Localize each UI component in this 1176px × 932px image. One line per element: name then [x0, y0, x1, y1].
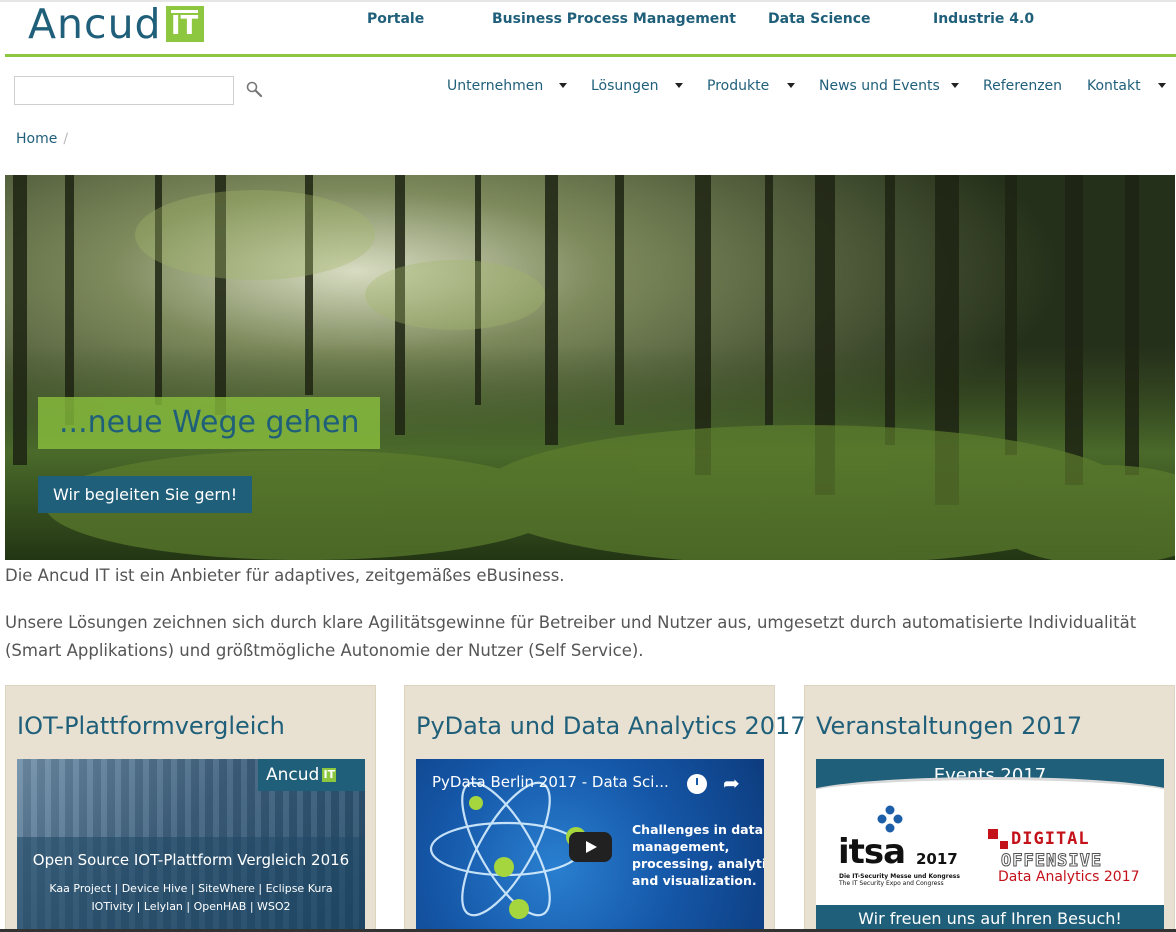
top-nav-bpm[interactable]: Business Process Management [492, 11, 736, 27]
image-line-1: Kaa Project | Device Hive | SiteWhere | … [49, 882, 333, 895]
events-image[interactable]: Events 2017 itsa 2017 Die IT-Security Me… [816, 759, 1164, 932]
nav-item-produkte[interactable]: Produkte [707, 78, 769, 94]
nav-item-unternehmen[interactable]: Unternehmen [447, 78, 543, 94]
itsa-subtitle-de: Die IT-Security Messe und Kongress [839, 873, 960, 880]
digital-offensive-logo-bottom: OFFENSIVE [1000, 851, 1103, 872]
itsa-subtitle-en: The IT Security Expo and Congress [839, 880, 944, 887]
card-title[interactable]: IOT-Plattformvergleich [17, 712, 285, 740]
search-input[interactable] [14, 76, 234, 105]
top-nav-industrie[interactable]: Industrie 4.0 [933, 11, 1034, 27]
iot-comparison-image[interactable]: Ancud IT Open Source IOT-Plattform Vergle… [17, 759, 365, 932]
top-nav-portale[interactable]: Portale [367, 11, 424, 27]
digital-logo-square [1000, 841, 1008, 849]
nav-item-referenzen[interactable]: Referenzen [983, 78, 1062, 94]
breadcrumb-home[interactable]: Home [16, 131, 57, 147]
youtube-video-embed[interactable]: PyData Berlin 2017 - Data Sci... ➦ Chall… [416, 759, 764, 932]
card-events: Veranstaltungen 2017 Events 2017 itsa 20… [804, 685, 1175, 932]
breadcrumb-separator: / [63, 131, 69, 147]
video-overlay-text: Challenges in data management, processin… [632, 822, 764, 888]
image-line-2: IOTivity | Lelylan | OpenHAB | WSO2 [91, 900, 291, 913]
chevron-down-icon[interactable] [1158, 83, 1166, 88]
card-title[interactable]: Veranstaltungen 2017 [816, 712, 1082, 740]
itsa-year: 2017 [916, 850, 958, 868]
chevron-down-icon[interactable] [951, 83, 959, 88]
search-icon[interactable] [245, 80, 265, 100]
video-title[interactable]: PyData Berlin 2017 - Data Sci... [432, 773, 669, 791]
chevron-down-icon[interactable] [559, 83, 567, 88]
digital-logo-square [988, 829, 998, 839]
card-pydata: PyData und Data Analytics 2017 PyData Be… [404, 685, 806, 932]
ancud-logo[interactable]: Ancud IT [28, 0, 204, 48]
nav-item-kontakt[interactable]: Kontakt [1087, 78, 1141, 94]
chevron-down-icon[interactable] [787, 83, 795, 88]
hero-cta-button[interactable]: Wir begleiten Sie gern! [38, 476, 253, 513]
logo-badge: IT [165, 6, 204, 42]
hero-banner: ...neue Wege gehen Wir begleiten Sie ger… [5, 175, 1175, 560]
play-button-icon[interactable] [569, 832, 612, 862]
top-border [0, 0, 1176, 2]
intro-paragraph-1: Die Ancud IT ist ein Anbieter für adapti… [5, 566, 565, 585]
breadcrumb: Home / [16, 131, 68, 147]
itsa-logo: itsa [838, 832, 906, 872]
top-nav-data-science[interactable]: Data Science [768, 11, 871, 27]
ancud-brand-tag: Ancud IT [258, 759, 365, 791]
card-title[interactable]: PyData und Data Analytics 2017 [416, 712, 806, 740]
intro-paragraph-2: Unsere Lösungen zeichnen sich durch klar… [5, 613, 1137, 660]
card-iot: IOT-Plattformvergleich Ancud IT Open Sour… [5, 685, 376, 932]
logo-text: Ancud [28, 0, 162, 48]
nav-item-news-und-events[interactable]: News und Events [819, 78, 940, 94]
header-divider [5, 54, 1176, 57]
itsa-logo-dots-icon [877, 805, 903, 833]
image-headline: Open Source IOT-Plattform Vergleich 2016 [32, 851, 350, 869]
events-footer: Wir freuen uns auf Ihren Besuch! [816, 905, 1164, 932]
watch-later-icon[interactable] [687, 774, 707, 794]
share-icon[interactable]: ➦ [723, 771, 740, 795]
nav-item-loesungen[interactable]: Lösungen [591, 78, 659, 94]
decorative-curve [816, 777, 1164, 817]
digital-offensive-logo-top: DIGITAL [1011, 829, 1090, 849]
data-analytics-label: Data Analytics 2017 [998, 869, 1140, 885]
hero-title: ...neue Wege gehen [38, 397, 381, 449]
chevron-down-icon[interactable] [675, 83, 683, 88]
